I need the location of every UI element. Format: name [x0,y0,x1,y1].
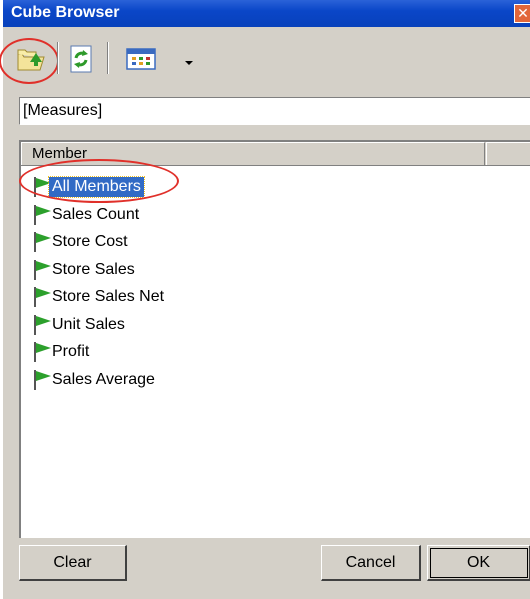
list-item-label: Sales Average [52,370,155,388]
clear-button[interactable]: Clear [19,545,127,581]
refresh-button[interactable] [63,42,99,76]
view-options-button[interactable] [123,42,159,76]
toolbar-separator [107,42,109,74]
window-title: Cube Browser [11,4,120,21]
column-header-member[interactable]: Member [21,142,485,165]
toolbar-separator [57,42,59,74]
list-item-label: Unit Sales [52,315,125,333]
member-list: Member All Members Sales Count Store Cost S… [19,140,530,538]
list-item-label: Profit [52,343,90,360]
list-item[interactable]: Sales Average [31,367,158,393]
refresh-icon [70,45,92,73]
title-bar[interactable]: Cube Browser ✕ [3,0,530,27]
close-button[interactable]: ✕ [514,4,530,23]
list-item[interactable]: Sales Count [31,202,142,228]
column-header-extra[interactable] [486,142,530,165]
list-item[interactable]: Profit [31,339,92,365]
grid-view-icon [126,48,156,70]
list-item-label: Store Sales Net [52,288,165,305]
list-header: Member [21,142,530,166]
list-item[interactable]: Store Sales [31,257,138,283]
close-icon: ✕ [517,5,529,21]
folder-open-up-icon [17,49,45,71]
list-item-label: Store Sales [52,260,135,278]
list-item[interactable]: Store Cost [31,229,131,255]
list-item-label: Store Cost [52,233,128,250]
list-item[interactable]: Unit Sales [31,312,128,338]
list-item[interactable]: All Members [31,174,145,200]
navigate-up-button[interactable] [13,42,49,76]
list-item-label: Sales Count [52,205,140,223]
path-field[interactable]: [Measures] [19,97,530,125]
list-item[interactable]: Store Sales Net [31,284,167,310]
cancel-button[interactable]: Cancel [321,545,421,581]
cube-browser-window: Cube Browser ✕ [Measures] Member All Mem… [0,0,530,599]
ok-button[interactable]: OK [427,545,530,581]
list-item-label: All Members [48,176,145,198]
chevron-down-icon[interactable] [185,61,193,65]
toolbar [0,27,530,93]
